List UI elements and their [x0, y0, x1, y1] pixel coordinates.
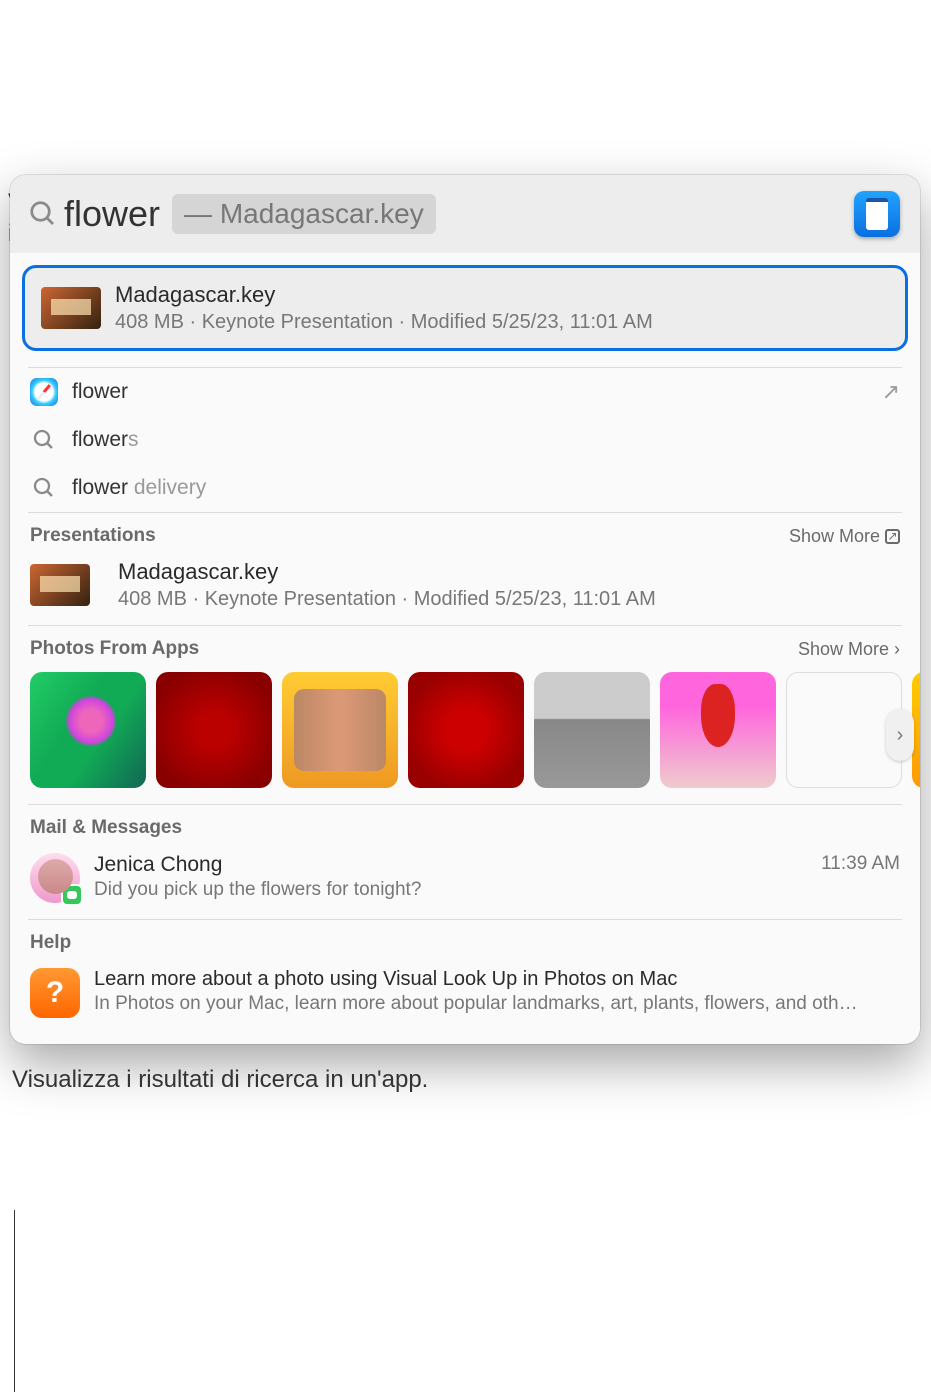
help-icon: ?	[30, 968, 80, 1018]
web-search-text: flower	[72, 380, 128, 404]
search-query: flower	[64, 193, 160, 235]
photo-thumbnail[interactable]	[282, 672, 398, 788]
search-icon	[30, 474, 58, 502]
photo-thumbnail[interactable]	[156, 672, 272, 788]
photo-thumbnail[interactable]	[30, 672, 146, 788]
message-time: 11:39 AM	[821, 853, 900, 875]
avatar	[30, 853, 80, 903]
suggestion-row[interactable]: flower delivery	[10, 464, 920, 512]
section-heading-presentations: Presentations	[30, 525, 156, 547]
keynote-app-icon[interactable]	[852, 189, 902, 239]
photo-thumbnail[interactable]	[660, 672, 776, 788]
spotlight-window: flower — Madagascar.key Madagascar.key 4…	[10, 175, 920, 1044]
section-heading-mail: Mail & Messages	[30, 817, 182, 839]
chevron-right-icon: ›	[894, 639, 900, 660]
presentation-title: Madagascar.key	[118, 559, 656, 585]
presentation-meta: 408 MB · Keynote Presentation · Modified…	[118, 588, 656, 611]
section-heading-photos: Photos From Apps	[30, 638, 199, 660]
photos-scroll-right-button[interactable]: ›	[886, 709, 914, 761]
presentation-result-item[interactable]: Madagascar.key 408 MB · Keynote Presenta…	[10, 553, 920, 625]
message-preview: Did you pick up the flowers for tonight?	[94, 879, 807, 901]
message-result-item[interactable]: Jenica Chong Did you pick up the flowers…	[10, 845, 920, 919]
section-heading-help: Help	[30, 932, 71, 954]
safari-icon	[30, 378, 58, 406]
photo-thumbnail[interactable]	[534, 672, 650, 788]
search-bar[interactable]: flower — Madagascar.key	[10, 175, 920, 253]
callout-app-results: Visualizza i risultati di ricerca in un'…	[12, 1066, 931, 1094]
photos-strip: ›	[10, 666, 920, 804]
suggestion-row[interactable]: flowers	[10, 416, 920, 464]
top-result-meta: 408 MB · Keynote Presentation · Modified…	[115, 311, 653, 334]
search-inline-suggestion[interactable]: — Madagascar.key	[172, 194, 436, 234]
search-icon	[30, 426, 58, 454]
top-result-item[interactable]: Madagascar.key 408 MB · Keynote Presenta…	[22, 265, 908, 351]
search-icon	[28, 199, 58, 229]
keynote-thumbnail-icon	[41, 287, 101, 329]
web-search-row[interactable]: flower ↗	[10, 368, 920, 416]
photo-thumbnail[interactable]	[408, 672, 524, 788]
message-sender: Jenica Chong	[94, 853, 807, 877]
show-more-button[interactable]: Show More ↗	[789, 526, 900, 547]
help-sub: In Photos on your Mac, learn more about …	[94, 993, 864, 1015]
messages-app-badge-icon	[61, 884, 83, 906]
suggestion-text: flowers	[72, 428, 139, 452]
keynote-thumbnail-icon	[30, 564, 90, 606]
photo-thumbnail[interactable]	[786, 672, 902, 788]
open-window-icon: ↗	[885, 529, 900, 544]
suggestion-text: flower delivery	[72, 476, 206, 500]
help-result-item[interactable]: ? Learn more about a photo using Visual …	[10, 960, 920, 1022]
show-more-button[interactable]: Show More ›	[798, 639, 900, 660]
top-result-title: Madagascar.key	[115, 282, 653, 308]
help-title: Learn more about a photo using Visual Lo…	[94, 968, 864, 991]
open-link-icon: ↗	[882, 379, 900, 405]
